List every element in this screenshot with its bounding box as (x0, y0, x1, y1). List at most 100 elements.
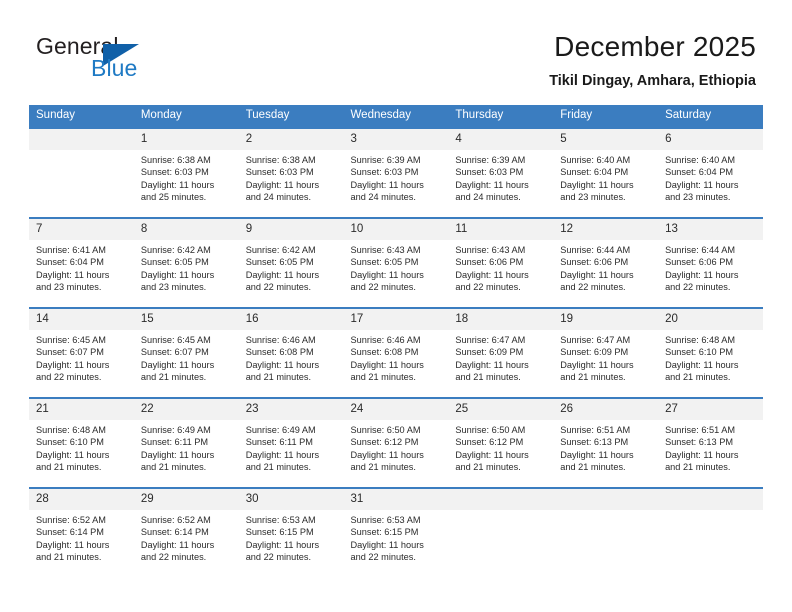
day-number (448, 489, 554, 510)
calendar-day-cell[interactable]: 25 Sunrise: 6:50 AM Sunset: 6:12 PM Dayligh… (448, 397, 554, 488)
daylight-duration-line2: and 23 minutes. (665, 192, 731, 203)
day-number: 20 (658, 309, 763, 330)
daylight-duration-line2: and 22 minutes. (245, 552, 312, 563)
calendar-day-cell[interactable]: 31 Sunrise: 6:53 AM Sunset: 6:15 PM Dayligh… (343, 487, 449, 577)
calendar-day-cell[interactable]: 10 Sunrise: 6:43 AM Sunset: 6:05 PM Dayligh… (343, 217, 449, 308)
day-details: Sunrise: 6:44 AM Sunset: 6:06 PM Daylight:… (553, 240, 658, 294)
calendar-day-cell[interactable]: 2 Sunrise: 6:38 AM Sunset: 6:03 PM Daylight… (238, 127, 344, 218)
calendar-day-cell[interactable]: 29 Sunrise: 6:52 AM Sunset: 6:14 PM Dayligh… (133, 487, 239, 577)
calendar-grid: Sunday Monday Tuesday Wednesday Thursday… (29, 105, 763, 577)
calendar-day-cell[interactable]: 4 Sunrise: 6:39 AM Sunset: 6:03 PM Daylight… (448, 127, 554, 218)
daylight-duration-line2: and 21 minutes. (245, 462, 312, 473)
general-blue-logo[interactable]: General Blue (36, 33, 246, 85)
calendar-day-cell[interactable]: 5 Sunrise: 6:40 AM Sunset: 6:04 PM Daylight… (553, 127, 659, 218)
sunset-time: Sunset: 6:05 PM (140, 257, 209, 268)
calendar-day-cell[interactable]: 8 Sunrise: 6:42 AM Sunset: 6:05 PM Daylight… (133, 217, 239, 308)
day-details: Sunrise: 6:41 AM Sunset: 6:04 PM Daylight:… (29, 240, 134, 294)
calendar-day-cell[interactable]: 28 Sunrise: 6:52 AM Sunset: 6:14 PM Dayligh… (29, 487, 134, 577)
calendar-day-cell-empty (29, 127, 134, 218)
sunset-time: Sunset: 6:03 PM (350, 167, 419, 178)
daylight-duration-line1: Daylight: 11 hours (665, 359, 739, 370)
day-number: 31 (343, 489, 449, 510)
sunset-time: Sunset: 6:10 PM (36, 437, 104, 448)
daylight-duration-line1: Daylight: 11 hours (140, 539, 215, 550)
calendar-day-cell[interactable]: 20 Sunrise: 6:48 AM Sunset: 6:10 PM Dayligh… (658, 307, 763, 398)
sunrise-time: Sunrise: 6:38 AM (140, 155, 211, 165)
sunset-time: Sunset: 6:06 PM (455, 257, 524, 268)
calendar-day-cell[interactable]: 21 Sunrise: 6:48 AM Sunset: 6:10 PM Dayligh… (29, 397, 134, 488)
day-details: Sunrise: 6:51 AM Sunset: 6:13 PM Daylight:… (658, 420, 763, 474)
sunrise-time: Sunrise: 6:49 AM (140, 425, 211, 435)
sunset-time: Sunset: 6:05 PM (350, 257, 419, 268)
calendar-day-cell[interactable]: 30 Sunrise: 6:53 AM Sunset: 6:15 PM Dayligh… (238, 487, 344, 577)
calendar-day-cell[interactable]: 15 Sunrise: 6:45 AM Sunset: 6:07 PM Dayligh… (133, 307, 239, 398)
calendar-week-row: 21 Sunrise: 6:48 AM Sunset: 6:10 PM Dayligh… (29, 397, 763, 488)
day-details: Sunrise: 6:53 AM Sunset: 6:15 PM Daylight:… (239, 510, 344, 564)
day-details: Sunrise: 6:47 AM Sunset: 6:09 PM Daylight:… (448, 330, 553, 384)
sunrise-time: Sunrise: 6:48 AM (665, 335, 736, 345)
sunset-time: Sunset: 6:08 PM (245, 347, 314, 358)
day-number: 24 (343, 399, 449, 420)
daylight-duration-line2: and 21 minutes. (350, 462, 416, 473)
calendar-day-cell[interactable]: 9 Sunrise: 6:42 AM Sunset: 6:05 PM Daylight… (238, 217, 344, 308)
daylight-duration-line1: Daylight: 11 hours (245, 449, 320, 460)
sunset-time: Sunset: 6:15 PM (245, 527, 314, 538)
sunrise-time: Sunrise: 6:53 AM (245, 515, 316, 525)
daylight-duration-line2: and 23 minutes. (140, 282, 207, 293)
calendar-day-cell[interactable]: 17 Sunrise: 6:46 AM Sunset: 6:08 PM Dayligh… (343, 307, 449, 398)
calendar-day-cell[interactable]: 14 Sunrise: 6:45 AM Sunset: 6:07 PM Dayligh… (29, 307, 134, 398)
daylight-duration-line1: Daylight: 11 hours (140, 269, 215, 280)
calendar-day-cell-empty (553, 487, 659, 577)
calendar-day-cell[interactable]: 19 Sunrise: 6:47 AM Sunset: 6:09 PM Dayligh… (553, 307, 659, 398)
calendar-day-cell[interactable]: 7 Sunrise: 6:41 AM Sunset: 6:04 PM Daylight… (29, 217, 134, 308)
daylight-duration-line2: and 21 minutes. (140, 372, 207, 383)
day-details: Sunrise: 6:43 AM Sunset: 6:05 PM Daylight:… (344, 240, 449, 294)
day-details: Sunrise: 6:42 AM Sunset: 6:05 PM Daylight:… (134, 240, 239, 294)
daylight-duration-line2: and 21 minutes. (665, 462, 731, 473)
daylight-duration-line1: Daylight: 11 hours (350, 539, 424, 550)
sunrise-time: Sunrise: 6:46 AM (350, 335, 421, 345)
sunset-time: Sunset: 6:04 PM (36, 257, 104, 268)
calendar-day-cell-empty (448, 487, 554, 577)
day-details: Sunrise: 6:50 AM Sunset: 6:12 PM Daylight:… (344, 420, 449, 474)
day-number: 19 (553, 309, 659, 330)
sunrise-time: Sunrise: 6:45 AM (140, 335, 211, 345)
day-number (658, 489, 763, 510)
day-number: 13 (658, 219, 763, 240)
day-details: Sunrise: 6:50 AM Sunset: 6:12 PM Daylight:… (448, 420, 553, 474)
calendar-day-cell[interactable]: 11 Sunrise: 6:43 AM Sunset: 6:06 PM Dayligh… (448, 217, 554, 308)
calendar-day-cell[interactable]: 13 Sunrise: 6:44 AM Sunset: 6:06 PM Dayligh… (658, 217, 763, 308)
calendar-day-cell[interactable]: 3 Sunrise: 6:39 AM Sunset: 6:03 PM Daylight… (343, 127, 449, 218)
calendar-day-cell[interactable]: 18 Sunrise: 6:47 AM Sunset: 6:09 PM Dayligh… (448, 307, 554, 398)
daylight-duration-line2: and 21 minutes. (455, 372, 521, 383)
calendar-day-cell[interactable]: 24 Sunrise: 6:50 AM Sunset: 6:12 PM Dayligh… (343, 397, 449, 488)
sunrise-time: Sunrise: 6:50 AM (455, 425, 526, 435)
sunset-time: Sunset: 6:03 PM (455, 167, 524, 178)
daylight-duration-line2: and 24 minutes. (455, 192, 521, 203)
calendar-table: Sunday Monday Tuesday Wednesday Thursday… (29, 105, 763, 577)
day-number: 18 (448, 309, 554, 330)
calendar-day-cell[interactable]: 26 Sunrise: 6:51 AM Sunset: 6:13 PM Dayligh… (553, 397, 659, 488)
day-number: 21 (29, 399, 134, 420)
daylight-duration-line2: and 22 minutes. (560, 282, 626, 293)
calendar-day-cell[interactable]: 1 Sunrise: 6:38 AM Sunset: 6:03 PM Daylight… (133, 127, 239, 218)
sunset-time: Sunset: 6:15 PM (350, 527, 419, 538)
calendar-day-cell-empty (658, 487, 763, 577)
daylight-duration-line1: Daylight: 11 hours (36, 359, 110, 370)
calendar-day-cell[interactable]: 12 Sunrise: 6:44 AM Sunset: 6:06 PM Dayligh… (553, 217, 659, 308)
day-number: 9 (238, 219, 344, 240)
calendar-day-cell[interactable]: 27 Sunrise: 6:51 AM Sunset: 6:13 PM Dayligh… (658, 397, 763, 488)
sunrise-time: Sunrise: 6:46 AM (245, 335, 316, 345)
sunset-time: Sunset: 6:14 PM (36, 527, 104, 538)
daylight-duration-line2: and 22 minutes. (140, 552, 207, 563)
logo-text-blue: Blue (91, 55, 138, 81)
calendar-day-cell[interactable]: 6 Sunrise: 6:40 AM Sunset: 6:04 PM Daylight… (658, 127, 763, 218)
daylight-duration-line1: Daylight: 11 hours (560, 359, 634, 370)
page-title: December 2025 (554, 31, 756, 62)
calendar-day-cell[interactable]: 16 Sunrise: 6:46 AM Sunset: 6:08 PM Dayligh… (238, 307, 344, 398)
sunset-time: Sunset: 6:13 PM (560, 437, 629, 448)
calendar-day-cell[interactable]: 23 Sunrise: 6:49 AM Sunset: 6:11 PM Dayligh… (238, 397, 344, 488)
calendar-day-cell[interactable]: 22 Sunrise: 6:49 AM Sunset: 6:11 PM Dayligh… (133, 397, 239, 488)
day-number: 17 (343, 309, 449, 330)
daylight-duration-line2: and 22 minutes. (665, 282, 731, 293)
